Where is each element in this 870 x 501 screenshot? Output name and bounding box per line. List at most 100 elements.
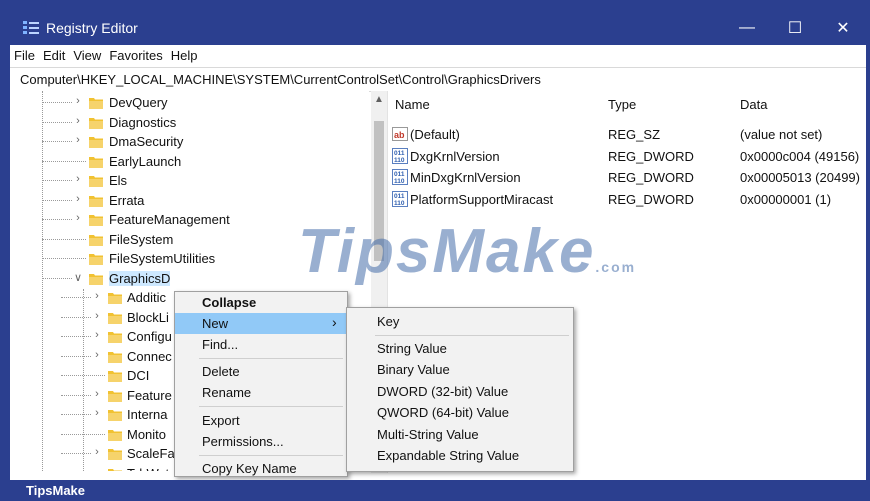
tree-item-label: FeatureManagement: [109, 212, 230, 227]
submenu-item-string-value[interactable]: String Value: [347, 338, 573, 359]
column-header-type[interactable]: Type: [608, 97, 636, 112]
chevron-right-icon[interactable]: ›: [92, 329, 102, 341]
address-path[interactable]: Computer\HKEY_LOCAL_MACHINE\SYSTEM\Curre…: [20, 72, 541, 87]
chevron-right-icon[interactable]: ›: [92, 388, 102, 400]
title-bar[interactable]: Registry Editor — ☐ ✕: [10, 10, 866, 45]
menu-view[interactable]: View: [69, 45, 105, 63]
address-bar[interactable]: Computer\HKEY_LOCAL_MACHINE\SYSTEM\Curre…: [10, 67, 866, 92]
context-menu: Collapse New › Find... Delete Rename Expo…: [174, 291, 348, 477]
folder-icon: [89, 233, 103, 246]
minimize-button[interactable]: —: [723, 10, 771, 45]
chevron-right-icon[interactable]: ›: [73, 115, 83, 127]
chevron-right-icon[interactable]: ›: [92, 290, 102, 302]
binary-value-icon: 011110: [392, 169, 408, 185]
menu-separator: [199, 455, 343, 456]
footer-bar: TipsMake: [0, 480, 870, 501]
value-name: (Default): [410, 127, 460, 142]
menu-help[interactable]: Help: [167, 45, 202, 63]
scroll-up-icon[interactable]: ▲: [371, 94, 387, 105]
chevron-down-icon[interactable]: ∨: [73, 271, 83, 284]
folder-icon: [89, 155, 103, 168]
value-row[interactable]: 011 110 MinDxgKrnlVersion REG_DWORD 0x000050…: [388, 168, 866, 189]
tree-item-label: DmaSecurity: [109, 134, 184, 149]
tree-item-label: ScaleFa: [127, 446, 175, 461]
tree-item-label: EarlyLaunch: [109, 153, 182, 169]
tree-item[interactable]: › Errata: [10, 191, 355, 211]
folder-icon: [108, 467, 122, 471]
value-name: DxgKrnlVersion: [410, 148, 500, 164]
folder-icon: [108, 447, 122, 460]
tree-item-label: Feature: [127, 387, 172, 403]
tree-item[interactable]: › DevQuery: [10, 93, 355, 113]
svg-text:110: 110: [394, 200, 405, 207]
menu-file[interactable]: File: [10, 45, 39, 63]
folder-icon: [89, 96, 103, 109]
maximize-button[interactable]: ☐: [771, 10, 819, 45]
menu-item-delete[interactable]: Delete: [175, 361, 347, 382]
svg-text:011: 011: [394, 171, 405, 178]
tree-item-label: BlockLi: [127, 309, 169, 325]
submenu-item-binary-value[interactable]: Binary Value: [347, 359, 573, 380]
value-type: REG_DWORD: [608, 148, 694, 164]
value-type: REG_DWORD: [608, 170, 694, 185]
menu-item-find[interactable]: Find...: [175, 334, 347, 355]
chevron-right-icon[interactable]: ›: [92, 349, 102, 361]
chevron-right-icon[interactable]: ›: [92, 407, 102, 419]
menu-item-copy-key-name[interactable]: Copy Key Name: [175, 458, 347, 479]
svg-text:ab: ab: [394, 130, 405, 140]
svg-text:011: 011: [394, 150, 405, 157]
submenu-item-key[interactable]: Key: [347, 311, 573, 332]
chevron-right-icon[interactable]: ›: [92, 310, 102, 322]
tree-item-label: Monito: [127, 426, 167, 442]
value-name: PlatformSupportMiracast: [410, 191, 554, 207]
value-row[interactable]: ab (Default) REG_SZ (value not set): [388, 125, 866, 146]
folder-icon: [108, 330, 122, 343]
tree-item-label: DevQuery: [109, 95, 168, 110]
menu-edit[interactable]: Edit: [39, 45, 69, 63]
minimize-icon: —: [739, 18, 755, 36]
menu-item-rename[interactable]: Rename: [175, 382, 347, 403]
folder-icon: [89, 252, 103, 265]
column-header-name[interactable]: Name: [395, 97, 430, 112]
folder-icon: [89, 194, 103, 207]
chevron-right-icon[interactable]: ›: [73, 212, 83, 224]
submenu-item-expandable-string-value[interactable]: Expandable String Value: [347, 445, 573, 466]
tree-item[interactable]: › DmaSecurity: [10, 132, 355, 152]
tree-item-label: Errata: [109, 192, 145, 208]
chevron-right-icon: ›: [332, 314, 337, 330]
menu-item-export[interactable]: Export: [175, 410, 347, 431]
binary-value-icon: 011110: [392, 147, 408, 164]
tree-item-label: FileSystem: [109, 231, 174, 247]
column-header-data[interactable]: Data: [740, 97, 767, 112]
chevron-right-icon[interactable]: ›: [92, 446, 102, 458]
chevron-right-icon[interactable]: ›: [73, 173, 83, 185]
folder-icon: [108, 408, 122, 421]
menu-favorites[interactable]: Favorites: [105, 45, 166, 63]
menu-item-collapse[interactable]: Collapse: [175, 292, 347, 313]
value-row[interactable]: 011 110 DxgKrnlVersion REG_DWORD 0x0000c004 …: [388, 147, 866, 168]
value-data: (value not set): [740, 127, 823, 142]
tree-item-label: GraphicsD: [109, 270, 171, 286]
folder-icon: [89, 272, 103, 285]
submenu-item-qword-value[interactable]: QWORD (64-bit) Value: [347, 402, 573, 423]
menu-item-permissions[interactable]: Permissions...: [175, 431, 347, 452]
chevron-right-icon[interactable]: ›: [73, 134, 83, 146]
submenu-item-multi-string-value[interactable]: Multi-String Value: [347, 424, 573, 445]
value-name: MinDxgKrnlVersion: [410, 170, 521, 185]
watermark: TipsMake.com: [298, 217, 637, 286]
tree-item[interactable]: EarlyLaunch: [10, 152, 355, 172]
chevron-right-icon[interactable]: ›: [73, 95, 83, 107]
close-button[interactable]: ✕: [819, 10, 866, 45]
menu-item-new[interactable]: New ›: [175, 313, 347, 334]
maximize-icon: ☐: [787, 19, 803, 37]
tree-item-label: Configu: [127, 329, 172, 344]
value-data: 0x00005013 (20499): [740, 170, 860, 185]
folder-icon: [89, 213, 103, 226]
tree-item[interactable]: › Els: [10, 171, 355, 191]
tree-item-label: Interna: [127, 407, 168, 422]
folder-icon: [89, 135, 103, 148]
submenu-item-dword-value[interactable]: DWORD (32-bit) Value: [347, 381, 573, 402]
chevron-right-icon[interactable]: ›: [73, 193, 83, 205]
tree-item[interactable]: › Diagnostics: [10, 113, 355, 133]
value-row[interactable]: 011 110 PlatformSupportMiracast REG_DWORD 0x…: [388, 190, 866, 211]
